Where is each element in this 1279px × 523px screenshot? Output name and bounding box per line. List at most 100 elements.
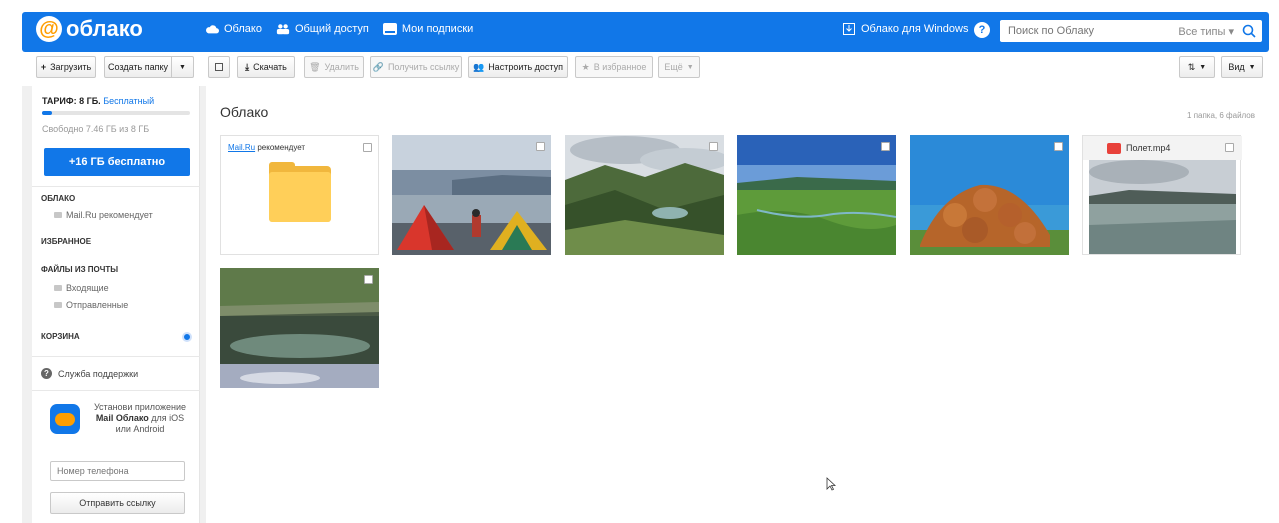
photo-tile[interactable] bbox=[392, 135, 551, 255]
select-checkbox[interactable] bbox=[1054, 142, 1063, 151]
delete-button[interactable]: 🗑 Удалить bbox=[304, 56, 364, 78]
select-checkbox[interactable] bbox=[1225, 143, 1234, 152]
toolbar: + Загрузить Создать папку ▼ ⤓ Скачать 🗑 Уда… bbox=[22, 56, 1269, 86]
at-logo-icon: @ bbox=[36, 16, 62, 42]
windows-app-link[interactable]: Облако для Windows bbox=[843, 23, 968, 35]
phone-input[interactable] bbox=[50, 461, 185, 481]
select-checkbox[interactable] bbox=[881, 142, 890, 151]
favorite-button[interactable]: ★ В избранное bbox=[575, 56, 653, 78]
nav-cloud[interactable]: Облако bbox=[205, 23, 262, 35]
video-tile[interactable]: Полет.mp4 bbox=[1082, 135, 1242, 255]
create-menu-button[interactable]: ▼ bbox=[172, 56, 194, 78]
photo-tile[interactable] bbox=[565, 135, 724, 255]
download-icon: ⤓ bbox=[245, 61, 250, 72]
folder-name: Mail.Ru рекомендует bbox=[228, 143, 305, 152]
photo-tile[interactable] bbox=[737, 135, 896, 255]
folder-icon bbox=[269, 162, 331, 222]
tariff-plan-link[interactable]: Бесплатный bbox=[103, 96, 154, 106]
folder-icon bbox=[54, 285, 62, 291]
select-checkbox[interactable] bbox=[363, 143, 372, 152]
divider bbox=[32, 390, 200, 391]
mailru-link[interactable]: Mail.Ru bbox=[228, 143, 255, 152]
video-thumbnail bbox=[1089, 160, 1236, 254]
sidebar-section-favorites[interactable]: ИЗБРАННОЕ bbox=[41, 237, 91, 246]
nav-cloud-label: Облако bbox=[224, 23, 262, 35]
support-link[interactable]: ? Служба поддержки bbox=[41, 368, 138, 379]
nav-subscriptions[interactable]: Мои подписки bbox=[382, 23, 474, 35]
get-link-label: Получить ссылку bbox=[387, 62, 460, 72]
cloud-icon bbox=[206, 25, 219, 34]
help-icon[interactable]: ? bbox=[974, 22, 990, 38]
folder-icon bbox=[54, 302, 62, 308]
people-icon: 👥 bbox=[472, 61, 485, 72]
search-box: Все типы ▾ bbox=[1000, 20, 1262, 42]
view-button[interactable]: Вид ▼ bbox=[1221, 56, 1263, 78]
delete-label: Удалить bbox=[324, 62, 359, 72]
star-icon: ★ bbox=[581, 61, 590, 72]
sidebar-section-mail-files[interactable]: ФАЙЛЫ ИЗ ПОЧТЫ bbox=[41, 265, 118, 274]
sidebar-item-sent[interactable]: Отправленные bbox=[54, 300, 128, 310]
app-promo-part1: Установи приложение bbox=[93, 402, 187, 412]
photo-thumbnail bbox=[737, 135, 896, 255]
folder-tile[interactable]: Mail.Ru рекомендует bbox=[220, 135, 379, 255]
get-link-button[interactable]: 🔗 Получить ссылку bbox=[370, 56, 462, 78]
quota-bar bbox=[42, 111, 190, 115]
logo[interactable]: @ облако bbox=[36, 16, 143, 42]
search-icon[interactable] bbox=[1242, 24, 1256, 38]
create-folder-button[interactable]: Создать папку bbox=[104, 56, 172, 78]
search-types-dropdown[interactable]: Все типы ▾ bbox=[1178, 25, 1234, 38]
quota-bar-fill bbox=[42, 111, 53, 115]
sidebar-section-cloud[interactable]: ОБЛАКО bbox=[41, 194, 75, 203]
upgrade-button[interactable]: +16 ГБ бесплатно bbox=[44, 148, 190, 176]
nav-subscriptions-label: Мои подписки bbox=[401, 23, 474, 35]
upload-button[interactable]: + Загрузить bbox=[36, 56, 96, 78]
search-input[interactable] bbox=[1000, 21, 1170, 41]
folder-icon bbox=[54, 212, 62, 218]
photo-tile[interactable] bbox=[910, 135, 1069, 255]
photo-thumbnail bbox=[910, 135, 1069, 255]
nav-shared[interactable]: Общий доступ bbox=[276, 23, 369, 35]
select-checkbox[interactable] bbox=[364, 275, 373, 284]
sidebar-item-label: Mail.Ru рекомендует bbox=[66, 210, 153, 220]
mouse-cursor-icon bbox=[826, 477, 836, 491]
breadcrumb[interactable]: Облако bbox=[220, 104, 268, 120]
chevron-down-icon: ▼ bbox=[1199, 63, 1207, 71]
question-icon: ? bbox=[41, 368, 52, 379]
divider bbox=[32, 186, 200, 187]
link-icon: 🔗 bbox=[372, 61, 384, 72]
download-label: Скачать bbox=[253, 62, 287, 72]
tariff-label: ТАРИФ: 8 ГБ. bbox=[42, 96, 101, 106]
photo-thumbnail bbox=[565, 135, 724, 255]
upload-label: Загрузить bbox=[50, 62, 92, 72]
view-label: Вид bbox=[1228, 62, 1245, 72]
main-nav: Облако Общий доступ Мои подписки bbox=[205, 23, 473, 35]
search-types-label: Все типы bbox=[1178, 26, 1226, 38]
sort-button[interactable]: ⇅ ▼ bbox=[1179, 56, 1215, 78]
trash-icon: 🗑 bbox=[309, 61, 321, 72]
download-button[interactable]: ⤓ Скачать bbox=[237, 56, 295, 78]
video-file-icon bbox=[1107, 142, 1121, 154]
checkbox-icon bbox=[215, 63, 223, 71]
cloud-app-icon bbox=[50, 404, 80, 434]
select-all-button[interactable] bbox=[208, 56, 230, 78]
app-promo-bold: Mail Облако bbox=[95, 413, 149, 423]
favorite-label: В избранное bbox=[593, 62, 647, 72]
photo-thumbnail bbox=[392, 135, 551, 255]
sidebar-item-inbox[interactable]: Входящие bbox=[54, 283, 109, 293]
select-checkbox[interactable] bbox=[709, 142, 718, 151]
divider bbox=[32, 356, 200, 357]
send-link-button[interactable]: Отправить ссылку bbox=[50, 492, 185, 514]
sort-icon: ⇅ bbox=[1187, 61, 1196, 72]
select-checkbox[interactable] bbox=[536, 142, 545, 151]
folder-name-suffix: рекомендует bbox=[257, 143, 306, 152]
sidebar-item-mailru[interactable]: Mail.Ru рекомендует bbox=[54, 210, 153, 220]
sidebar-section-trash[interactable]: КОРЗИНА bbox=[41, 332, 80, 341]
photo-tile[interactable] bbox=[220, 268, 379, 388]
nav-shared-label: Общий доступ bbox=[294, 23, 369, 35]
video-header: Полет.mp4 bbox=[1083, 136, 1242, 160]
share-label: Настроить доступ bbox=[488, 62, 564, 72]
more-button[interactable]: Ещё ▼ bbox=[658, 56, 700, 78]
free-space-text: Свободно 7.46 ГБ из 8 ГБ bbox=[42, 124, 150, 134]
top-bar: @ облако Облако Общий доступ Мои подписк… bbox=[0, 0, 1279, 55]
share-settings-button[interactable]: 👥 Настроить доступ bbox=[468, 56, 568, 78]
